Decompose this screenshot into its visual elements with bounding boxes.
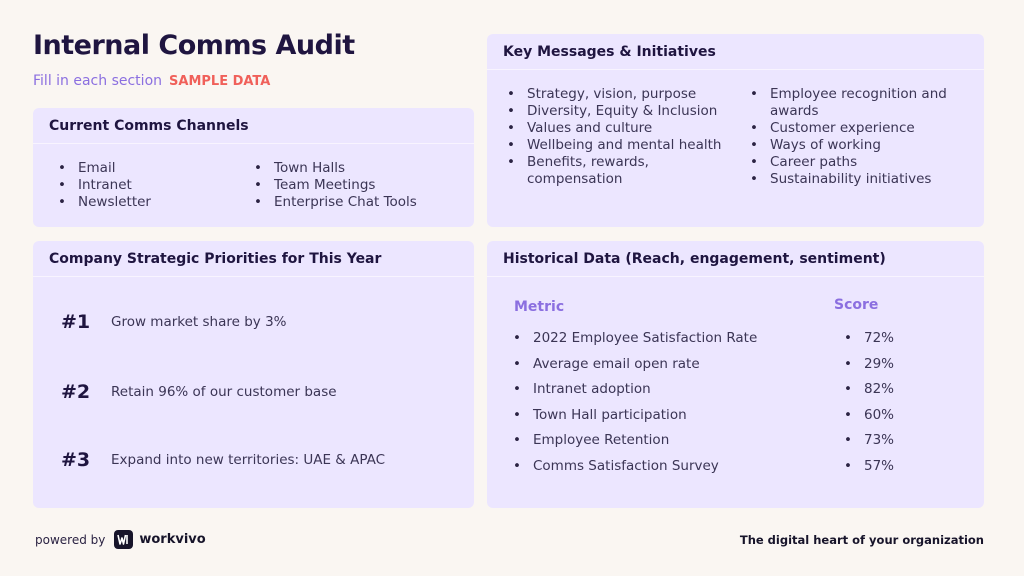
metric-list: 2022 Employee Satisfaction Rate Average … [513,326,757,479]
page-title: Internal Comms Audit [33,30,355,61]
score-item: 57% [844,454,894,480]
priority-text: Grow market share by 3% [111,314,287,330]
sample-data-tag: SAMPLE DATA [169,74,271,89]
card-title: Historical Data (Reach, engagement, sent… [487,241,984,277]
priority-text: Expand into new territories: UAE & APAC [111,452,386,468]
score-item: 60% [844,403,894,429]
channels-list-col1: Email Intranet Newsletter [58,160,151,211]
list-item: Newsletter [58,194,151,211]
page-subtitle: Fill in each section [33,72,163,89]
score-item: 73% [844,428,894,454]
priority-number: #3 [61,449,91,471]
list-item: Benefits, rewards, compensation [507,154,725,188]
score-item: 29% [844,352,894,378]
card-title: Company Strategic Priorities for This Ye… [33,241,474,277]
priority-text: Retain 96% of our customer base [111,384,337,400]
brand-name: workvivo [139,532,206,547]
list-item: Intranet [58,177,151,194]
score-item: 82% [844,377,894,403]
metric-item: Employee Retention [513,428,757,454]
priority-number: #1 [61,311,91,333]
list-item: Values and culture [507,120,725,137]
card-title: Current Comms Channels [33,108,474,144]
key-messages-card: Key Messages & Initiatives Strategy, vis… [487,34,984,227]
priority-row: #1 Grow market share by 3% [61,311,287,333]
list-item: Employee recognition and awards [750,86,968,120]
priority-row: #3 Expand into new territories: UAE & AP… [61,449,385,471]
metric-item: Average email open rate [513,352,757,378]
metric-item: Comms Satisfaction Survey [513,454,757,480]
list-item: Enterprise Chat Tools [254,194,417,211]
list-item: Strategy, vision, purpose [507,86,725,103]
list-item: Ways of working [750,137,968,154]
metric-item: 2022 Employee Satisfaction Rate [513,326,757,352]
metric-item: Town Hall participation [513,403,757,429]
subtitle-row: Fill in each section SAMPLE DATA [33,72,271,90]
powered-by-label: powered by [35,532,106,547]
score-list: 72% 29% 82% 60% 73% 57% [844,326,894,479]
messages-list-col1: Strategy, vision, purpose Diversity, Equ… [507,86,725,188]
messages-list-col2: Employee recognition and awards Customer… [750,86,968,188]
list-item: Customer experience [750,120,968,137]
list-item: Career paths [750,154,968,171]
priority-row: #2 Retain 96% of our customer base [61,381,337,403]
historical-data-card: Historical Data (Reach, engagement, sent… [487,241,984,508]
channels-list-col2: Town Halls Team Meetings Enterprise Chat… [254,160,417,211]
score-column-header: Score [834,297,879,313]
metric-column-header: Metric [514,299,565,315]
workvivo-logo-icon [114,530,134,549]
list-item: Diversity, Equity & Inclusion [507,103,725,120]
list-item: Team Meetings [254,177,417,194]
current-comms-channels-card: Current Comms Channels Email Intranet Ne… [33,108,474,227]
list-item: Wellbeing and mental health [507,137,725,154]
list-item: Sustainability initiatives [750,171,968,188]
strategic-priorities-card: Company Strategic Priorities for This Ye… [33,241,474,508]
score-item: 72% [844,326,894,352]
list-item: Email [58,160,151,177]
priority-number: #2 [61,381,91,403]
tagline: The digital heart of your organization [739,533,984,547]
metric-item: Intranet adoption [513,377,757,403]
powered-by: powered by workvivo [35,530,206,549]
list-item: Town Halls [254,160,417,177]
card-title: Key Messages & Initiatives [487,34,984,70]
